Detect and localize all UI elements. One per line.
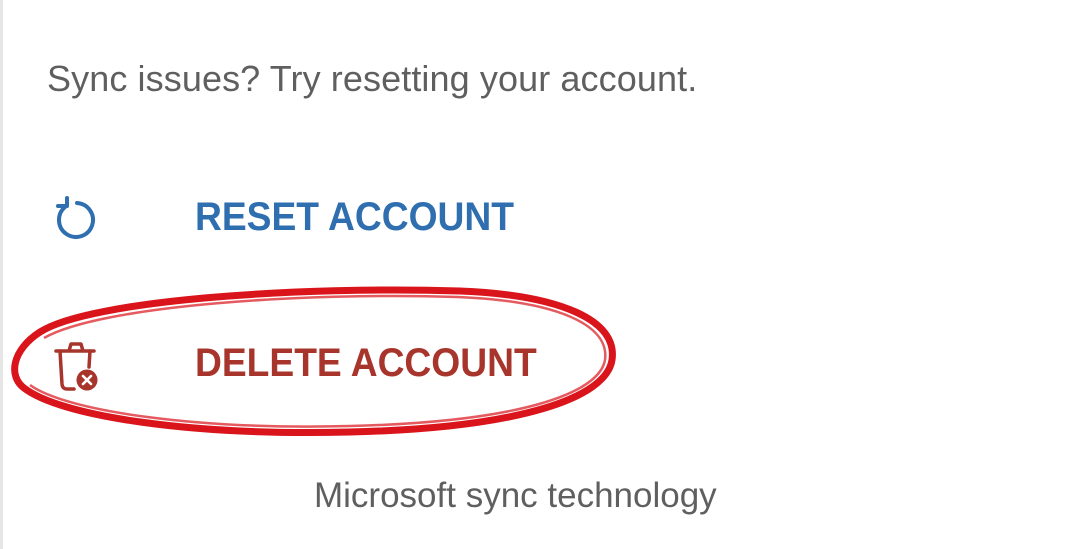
delete-account-button[interactable]: DELETE ACCOUNT <box>0 323 1075 403</box>
delete-account-label: DELETE ACCOUNT <box>195 341 537 385</box>
sync-hint-text: Sync issues? Try resetting your account. <box>47 58 698 99</box>
footer-text: Microsoft sync technology <box>314 476 717 515</box>
reset-account-button[interactable]: RESET ACCOUNT <box>0 177 1075 257</box>
panel-border <box>0 0 3 549</box>
trash-delete-icon <box>54 342 98 391</box>
reset-account-label: RESET ACCOUNT <box>195 195 514 239</box>
refresh-icon <box>56 196 95 239</box>
